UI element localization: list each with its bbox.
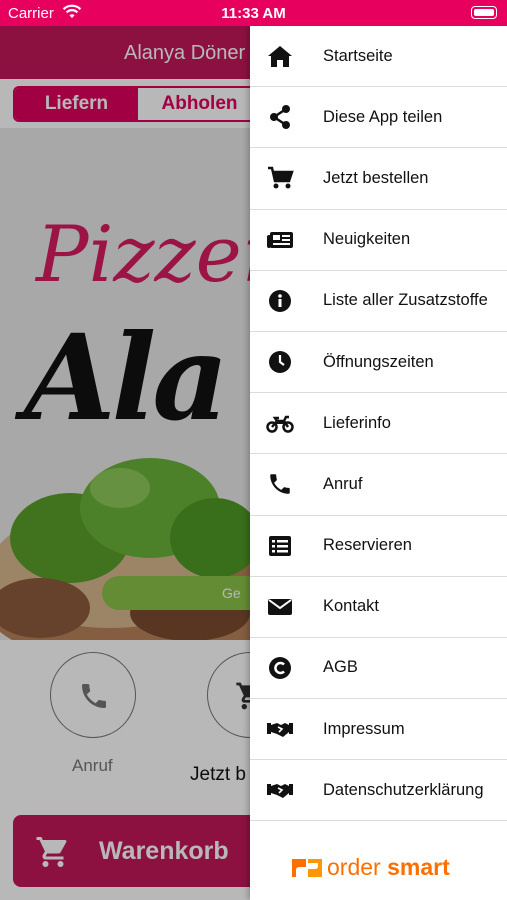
status-bar: Carrier 11:33 AM [0,0,507,26]
menu-item-label: Datenschutzerklärung [323,780,484,799]
motorcycle-icon [266,410,294,436]
cart-icon [266,165,294,191]
logo-word-smart: smart [387,854,450,880]
clock-time: 11:33 AM [221,5,286,22]
menu-item-label: Startseite [323,46,393,65]
menu-item-delivery-info[interactable]: Lieferinfo [250,393,507,455]
home-icon [266,43,294,69]
menu-item-reserve[interactable]: Reservieren [250,516,507,577]
menu-item-label: Diese App teilen [323,107,443,126]
clock-icon [266,349,294,375]
copyright-icon [266,655,294,681]
menu-item-news[interactable]: Neuigkeiten [250,210,507,271]
phone-icon [266,471,294,497]
menu-item-startseite[interactable]: Startseite [250,26,507,88]
menu-item-label: Neuigkeiten [323,230,411,249]
order-smart-logo-mark [292,859,322,877]
menu-item-additives[interactable]: Liste aller Zusatzstoffe [250,271,507,332]
menu-item-label: Impressum [323,719,405,738]
envelope-icon [266,594,294,620]
info-icon [266,288,294,314]
menu-item-agb[interactable]: AGB [250,638,507,700]
menu-item-label: Lieferinfo [323,413,391,432]
handshake-icon [266,777,294,803]
share-icon [266,104,294,130]
menu-item-label: AGB [323,658,358,677]
menu-item-label: Reservieren [323,536,412,555]
menu-item-label: Anruf [323,474,363,493]
menu-item-label: Jetzt bestellen [323,168,429,187]
navigation-drawer: Startseite Diese App teilen Jetzt bestel… [250,26,507,900]
list-icon [266,533,294,559]
menu-item-opening-hours[interactable]: Öffnungszeiten [250,332,507,394]
menu-item-share[interactable]: Diese App teilen [250,87,507,149]
menu-item-privacy[interactable]: Datenschutzerklärung [250,760,507,822]
menu-item-label: Liste aller Zusatzstoffe [323,291,488,310]
menu-item-call[interactable]: Anruf [250,454,507,516]
newspaper-icon [266,227,294,253]
battery-icon [471,6,497,19]
menu-item-imprint[interactable]: Impressum [250,699,507,761]
handshake-icon [266,716,294,742]
order-smart-logo: order smart [290,854,470,884]
menu-item-contact[interactable]: Kontakt [250,577,507,638]
menu-item-label: Kontakt [323,597,379,616]
menu-item-order-now[interactable]: Jetzt bestellen [250,148,507,210]
menu-item-label: Öffnungszeiten [323,352,434,371]
logo-word-order: order [327,854,381,880]
